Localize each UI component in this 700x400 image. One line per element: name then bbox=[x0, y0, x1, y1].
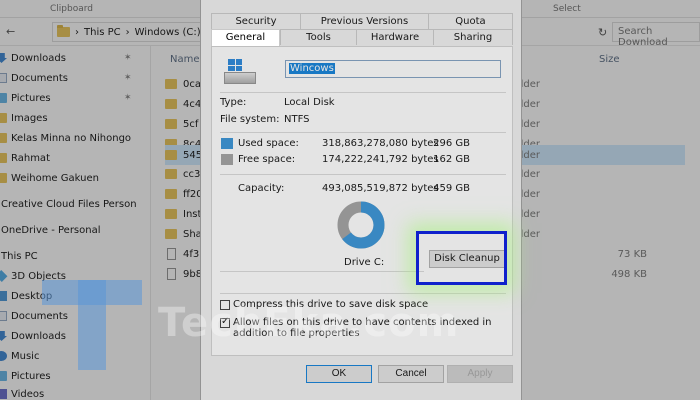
apply-button: Apply bbox=[447, 365, 513, 383]
drive-icon bbox=[224, 59, 258, 85]
divider bbox=[220, 293, 506, 294]
watermark-logo bbox=[42, 280, 142, 370]
watermark-text: TechEka.com bbox=[158, 300, 460, 346]
divider bbox=[220, 92, 506, 93]
tab-previous-versions[interactable]: Previous Versions bbox=[300, 13, 429, 29]
divider bbox=[220, 174, 506, 175]
tab-security[interactable]: Security bbox=[211, 13, 301, 29]
drive-letter-label: Drive C: bbox=[344, 257, 385, 268]
disk-usage-donut bbox=[337, 201, 385, 249]
ok-button[interactable]: OK bbox=[306, 365, 372, 383]
capacity-label: Capacity: bbox=[238, 183, 285, 194]
divider bbox=[220, 132, 506, 133]
free-space-label: Free space: bbox=[238, 154, 296, 165]
free-space-gb: 162 GB bbox=[433, 154, 470, 165]
used-space-gb: 296 GB bbox=[433, 138, 470, 149]
drive-name-input[interactable]: Wincows bbox=[285, 60, 501, 78]
used-space-label: Used space: bbox=[238, 138, 299, 149]
disk-cleanup-highlight-box bbox=[416, 231, 507, 285]
file-system-value: NTFS bbox=[284, 114, 310, 125]
type-value: Local Disk bbox=[284, 97, 335, 108]
free-space-bytes: 174,222,241,792 bytes bbox=[322, 154, 439, 165]
capacity-bytes: 493,085,519,872 bytes bbox=[322, 183, 439, 194]
type-label: Type: bbox=[220, 97, 247, 108]
tab-sharing[interactable]: Sharing bbox=[433, 29, 513, 45]
capacity-gb: 459 GB bbox=[433, 183, 470, 194]
tab-tools[interactable]: Tools bbox=[280, 29, 357, 45]
tab-quota[interactable]: Quota bbox=[428, 13, 513, 29]
used-space-bytes: 318,863,278,080 bytes bbox=[322, 138, 439, 149]
free-space-swatch bbox=[221, 154, 233, 165]
used-space-swatch bbox=[221, 138, 233, 149]
tab-general[interactable]: General bbox=[211, 29, 280, 46]
divider bbox=[220, 271, 424, 272]
cancel-button[interactable]: Cancel bbox=[378, 365, 444, 383]
tab-hardware[interactable]: Hardware bbox=[356, 29, 434, 45]
file-system-label: File system: bbox=[220, 114, 280, 125]
